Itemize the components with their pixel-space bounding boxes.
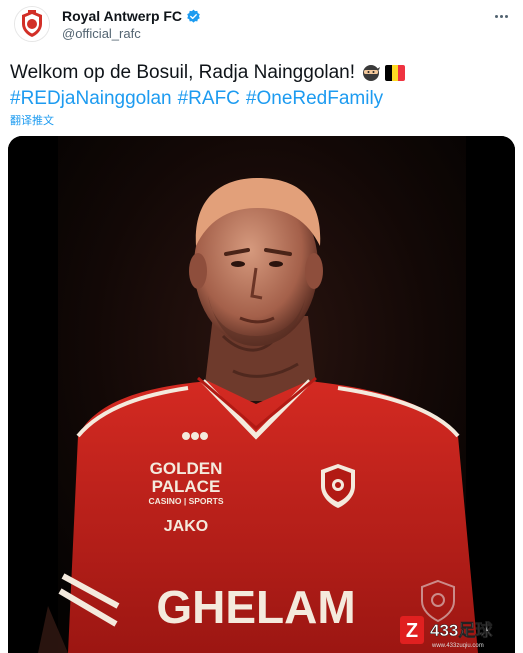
club-crest-icon bbox=[15, 7, 49, 41]
kit-brand: JAKO bbox=[164, 518, 208, 535]
tweet-text-line: Welkom op de Bosuil, Radja Nainggolan! bbox=[10, 62, 356, 83]
display-name[interactable]: Royal Antwerp FC bbox=[62, 8, 182, 24]
hashtag-list: #REDjaNainggolan #RAFC #OneRedFamily bbox=[10, 86, 513, 112]
ninja-emoji-icon bbox=[363, 65, 381, 81]
translate-tweet-link[interactable]: 翻译推文 bbox=[10, 112, 54, 128]
tweet-header: Royal Antwerp FC @official_rafc bbox=[10, 4, 513, 44]
back-sponsor: GHELAM bbox=[156, 581, 355, 633]
watermark-text: 433足球 bbox=[430, 621, 493, 640]
sponsor-line-3: CASINO | SPORTS bbox=[148, 496, 223, 506]
watermark-sub: www.433zuqiu.com bbox=[431, 643, 484, 649]
sponsor-line-2: PALACE bbox=[152, 477, 221, 496]
hashtag-link[interactable]: #OneRedFamily bbox=[246, 86, 383, 112]
verified-badge-icon bbox=[187, 9, 200, 23]
svg-text:Z: Z bbox=[406, 620, 418, 642]
more-options-icon[interactable] bbox=[489, 6, 513, 26]
sponsor-line-1: GOLDEN bbox=[150, 459, 223, 478]
belgium-flag-icon bbox=[385, 65, 406, 81]
avatar[interactable] bbox=[14, 6, 50, 42]
tweet-text: Welkom op de Bosuil, Radja Nainggolan! #… bbox=[10, 60, 513, 112]
watermark: Z bbox=[400, 616, 424, 644]
hashtag-link[interactable]: #REDjaNainggolan bbox=[10, 86, 172, 112]
user-handle[interactable]: @official_rafc bbox=[62, 26, 141, 41]
tweet-media-image[interactable]: GOLDEN PALACE CASINO | SPORTS JAKO GHELA… bbox=[8, 136, 515, 653]
hashtag-link[interactable]: #RAFC bbox=[178, 86, 240, 112]
jako-logo-icon bbox=[182, 432, 208, 440]
player-photo: GOLDEN PALACE CASINO | SPORTS JAKO GHELA… bbox=[8, 136, 515, 653]
